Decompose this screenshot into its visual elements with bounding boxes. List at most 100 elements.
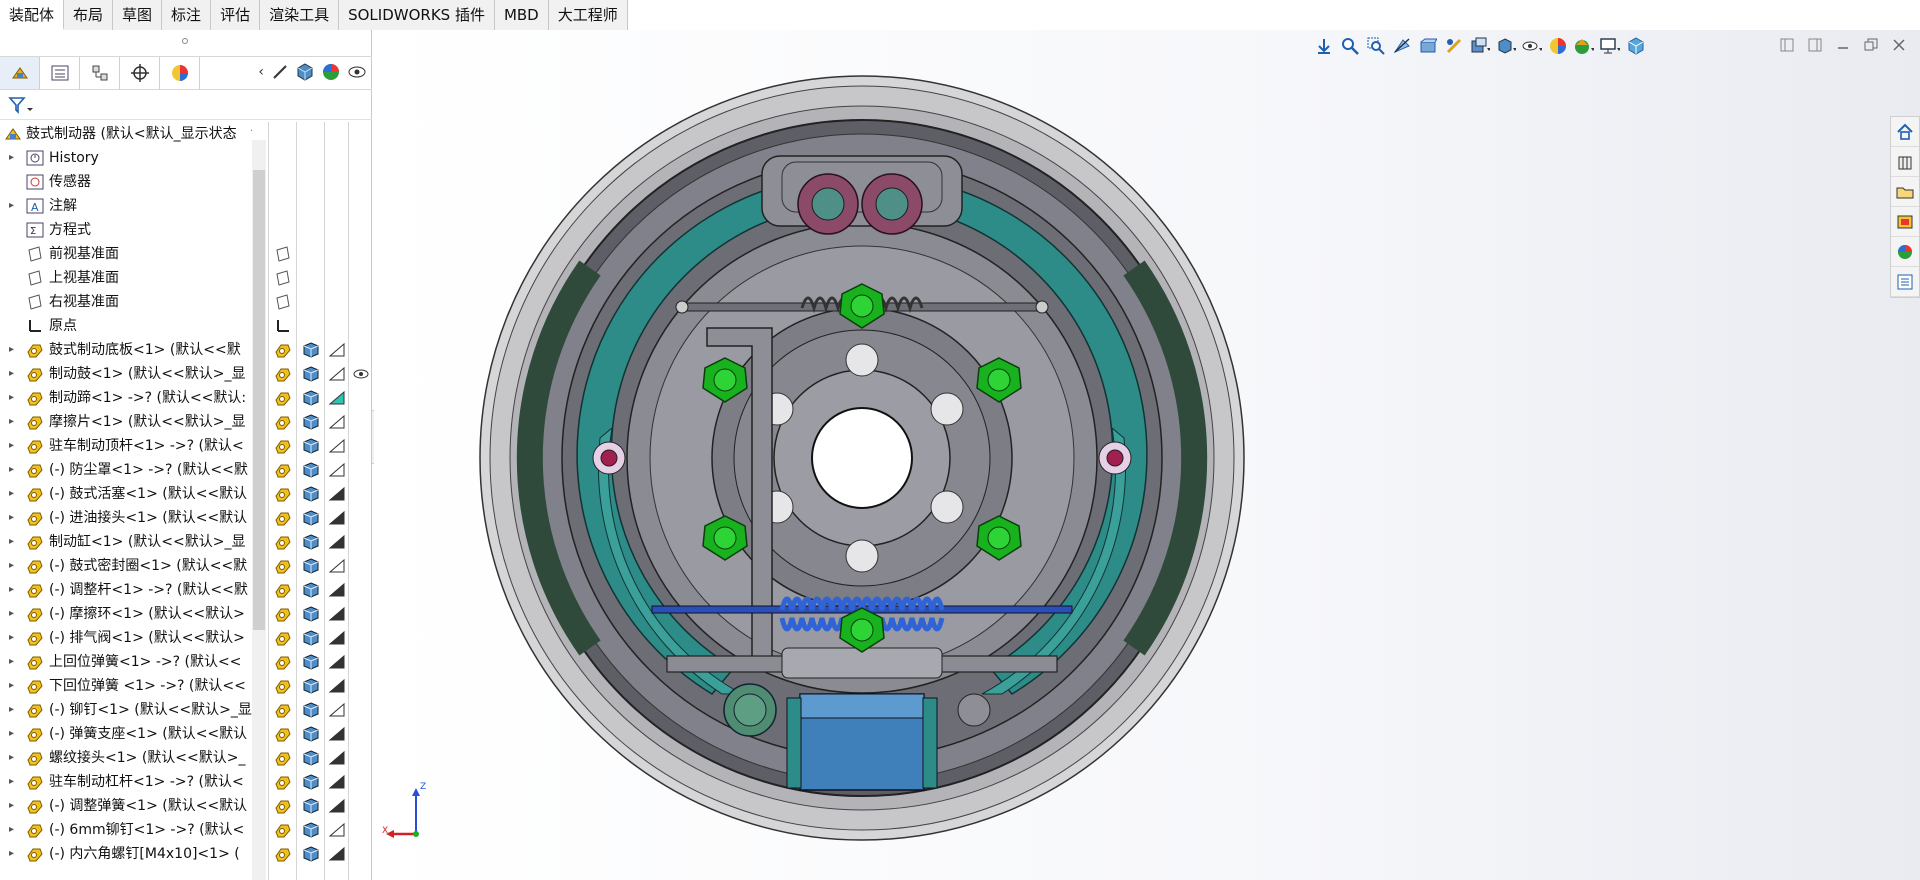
tree-item[interactable]: ▸ (-) 排气阀<1> (默认<<默认> [0,626,252,650]
expand-arrow-icon[interactable]: ▸ [9,794,14,818]
pen-tool-icon[interactable] [272,64,288,80]
state-cube-icon[interactable] [302,414,320,430]
configuration-manager-tab[interactable] [80,57,120,89]
tree-item[interactable]: ▸ History [0,146,252,170]
tree-item[interactable]: ▸ 制动蹄<1> ->? (默认<<默认: [0,386,252,410]
state-cube-icon[interactable] [302,750,320,766]
state-part-icon[interactable] [274,750,292,766]
tree-item[interactable]: ▸ 摩擦片<1> (默认<<默认>_显 [0,410,252,434]
state-part-icon[interactable] [274,606,292,622]
tab-5[interactable]: 渲染工具 [260,0,340,30]
expand-arrow-icon[interactable]: ▸ [9,578,14,602]
expand-arrow-icon[interactable]: ▸ [9,530,14,554]
state-part-icon[interactable] [274,342,292,358]
expand-arrow-icon[interactable]: ▸ [9,722,14,746]
appearance-icon[interactable] [322,63,340,81]
state-tri-icon[interactable] [328,822,346,838]
expand-arrow-icon[interactable]: ▸ [9,458,14,482]
eye-icon[interactable] [348,63,366,81]
state-part-icon[interactable] [274,678,292,694]
tree-item[interactable]: 原点 [0,314,252,338]
state-trifill-icon[interactable] [328,726,346,742]
tree-item[interactable]: ▸ (-) 内六角螺钉[M4x10]<1> ( [0,842,252,866]
state-cube-icon[interactable] [302,702,320,718]
tree-item[interactable]: ▸ 制动缸<1> (默认<<默认>_显 [0,530,252,554]
state-tri-icon[interactable] [328,702,346,718]
state-cube-icon[interactable] [302,678,320,694]
state-tri-icon[interactable] [328,366,346,382]
state-cube-icon[interactable] [302,654,320,670]
tree-item[interactable]: ▸ (-) 调整弹簧<1> (默认<<默认 [0,794,252,818]
state-cube-icon[interactable] [302,822,320,838]
state-triteal-icon[interactable] [328,390,346,406]
state-cube-icon[interactable] [302,726,320,742]
expand-arrow-icon[interactable]: ▸ [9,146,14,170]
state-cube-icon[interactable] [302,342,320,358]
state-tri-icon[interactable] [328,558,346,574]
tree-item[interactable]: ▸ (-) 弹簧支座<1> (默认<<默认 [0,722,252,746]
state-cube-icon[interactable] [302,846,320,862]
expand-arrow-icon[interactable]: ▸ [9,338,14,362]
state-eye-icon[interactable] [352,366,370,382]
state-cube-icon[interactable] [302,462,320,478]
expand-arrow-icon[interactable]: ▸ [9,386,14,410]
state-tri-icon[interactable] [328,438,346,454]
state-part-icon[interactable] [274,414,292,430]
state-part-icon[interactable] [274,822,292,838]
state-cube-icon[interactable] [302,774,320,790]
tree-item[interactable]: ▸ (-) 鼓式活塞<1> (默认<<默认 [0,482,252,506]
state-trifill-icon[interactable] [328,798,346,814]
tree-item[interactable]: ▸ 驻车制动杠杆<1> ->? (默认< [0,770,252,794]
state-trifill-icon[interactable] [328,654,346,670]
tree-item[interactable]: ▸ (-) 调整杆<1> ->? (默认<<默 [0,578,252,602]
state-part-icon[interactable] [274,726,292,742]
tree-item[interactable]: ▸ (-) 鼓式密封圈<1> (默认<<默 [0,554,252,578]
state-plane-icon[interactable] [274,270,292,286]
state-trifill-icon[interactable] [328,582,346,598]
expand-arrow-icon[interactable]: ▸ [9,650,14,674]
state-part-icon[interactable] [274,558,292,574]
scroll-thumb[interactable] [253,170,265,630]
state-cube-icon[interactable] [302,606,320,622]
state-cube-icon[interactable] [302,798,320,814]
state-trifill-icon[interactable] [328,486,346,502]
tree-item[interactable]: ▸ 螺纹接头<1> (默认<<默认>_ [0,746,252,770]
expand-arrow-icon[interactable]: ▸ [9,626,14,650]
expand-arrow-icon[interactable]: ▸ [9,698,14,722]
dimxpert-manager-tab[interactable] [120,57,160,89]
state-part-icon[interactable] [274,510,292,526]
expand-arrow-icon[interactable]: ▸ [9,482,14,506]
tab-4[interactable]: 评估 [211,0,261,30]
state-part-icon[interactable] [274,798,292,814]
state-origin-icon[interactable] [274,318,292,334]
expand-arrow-icon[interactable]: ▸ [9,602,14,626]
state-part-icon[interactable] [274,462,292,478]
expand-arrow-icon[interactable]: ▸ [9,362,14,386]
state-cube-icon[interactable] [302,366,320,382]
state-part-icon[interactable] [274,630,292,646]
state-part-icon[interactable] [274,438,292,454]
tree-item[interactable]: 前视基准面 [0,242,252,266]
state-trifill-icon[interactable] [328,750,346,766]
expand-arrow-icon[interactable]: ▸ [9,818,14,842]
tree-item[interactable]: ▸ (-) 铆钉<1> (默认<<默认>_显 [0,698,252,722]
tab-8[interactable]: 大工程师 [548,0,628,30]
graphics-viewport[interactable]: Z X [374,30,1920,880]
feature-manager-tab[interactable] [0,57,40,89]
tree-item[interactable]: Σ 方程式 [0,218,252,242]
state-part-icon[interactable] [274,534,292,550]
collapse-dot-icon[interactable] [182,38,188,44]
tab-2[interactable]: 草图 [113,0,163,30]
cube-view-icon[interactable] [296,63,314,81]
state-tri-icon[interactable] [328,342,346,358]
tree-item[interactable]: ▸ (-) 进油接头<1> (默认<<默认 [0,506,252,530]
state-cube-icon[interactable] [302,510,320,526]
state-part-icon[interactable] [274,582,292,598]
property-manager-tab[interactable] [40,57,80,89]
tree-item[interactable]: ▸ (-) 摩擦环<1> (默认<<默认> [0,602,252,626]
tree-item[interactable]: ▸ 鼓式制动底板<1> (默认<<默 [0,338,252,362]
state-trifill-icon[interactable] [328,534,346,550]
state-trifill-icon[interactable] [328,846,346,862]
tab-3[interactable]: 标注 [162,0,212,30]
expand-arrow-icon[interactable]: ▸ [9,506,14,530]
